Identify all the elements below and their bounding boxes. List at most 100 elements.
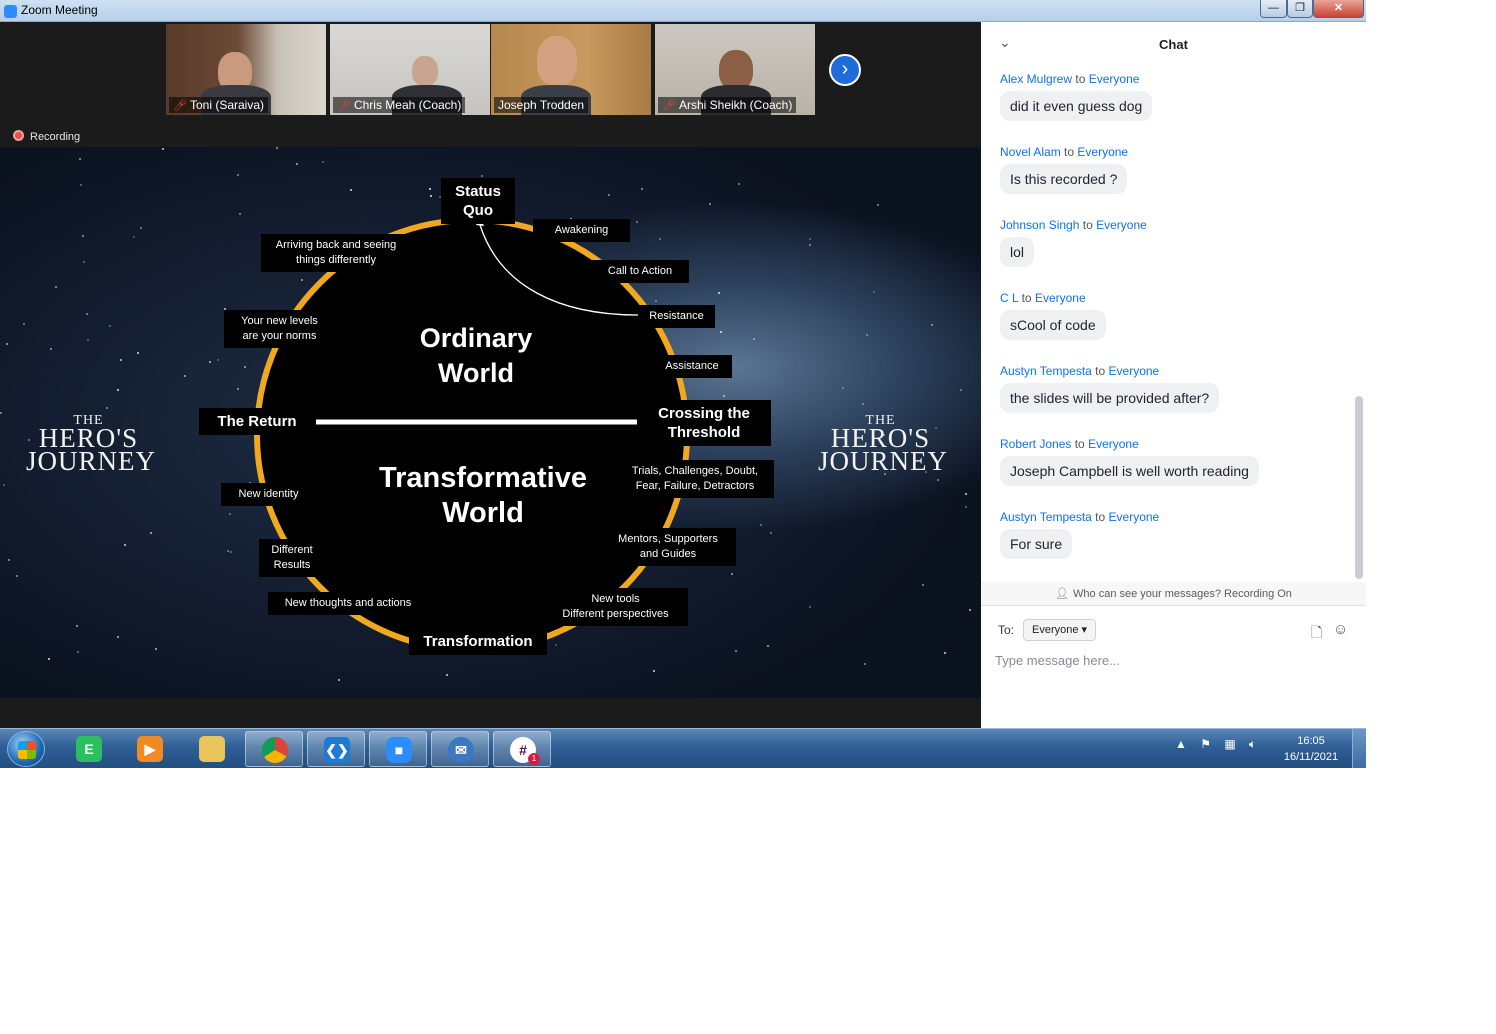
system-tray[interactable]: ▲ ⚑ ▦ 🔈︎ <box>1175 737 1266 752</box>
participant-head <box>719 50 753 90</box>
folder-icon <box>199 736 225 762</box>
label-transformation: Transformation <box>409 628 547 655</box>
chat-message: Novel Alam to Everyone Is this recorded … <box>1000 145 1128 194</box>
meeting-area: 🎤︎ Toni (Saraiva) 🎤︎ Chris Meah (Coach) Jo… <box>0 22 981 728</box>
show-hidden-icons-icon[interactable]: ▲ <box>1175 737 1187 751</box>
chat-message-input[interactable] <box>995 648 1345 672</box>
network-icon[interactable]: ▦ <box>1224 737 1235 751</box>
chevron-down-icon: ▾ <box>1081 624 1088 636</box>
chrome-icon <box>262 737 288 763</box>
file-share-icon[interactable]: 🗋︎ <box>1311 622 1322 646</box>
next-participants-chevron-icon[interactable]: › <box>829 54 861 86</box>
close-button[interactable]: ✕ <box>1313 0 1364 18</box>
notification-badge: 1 <box>528 753 540 765</box>
taskbar-evernote[interactable]: E <box>60 731 118 767</box>
participant-tile-active-speaker[interactable]: Joseph Trodden <box>491 24 651 115</box>
message-bubble: the slides will be provided after? <box>1000 383 1220 413</box>
chat-panel: ⌄ Chat Alex Mulgrew to Everyone did it e… <box>981 22 1366 728</box>
windows-taskbar: E ▶ ❮❯ ■ ✉ #1 ▲ ⚑ ▦ 🔈︎ 16:05 16/11/2021 <box>0 728 1366 768</box>
label-awakening: Awakening <box>533 219 630 242</box>
participant-name: 🎤︎ Chris Meah (Coach) <box>333 97 466 113</box>
window-title: Zoom Meeting <box>21 3 98 17</box>
label-mentors: Mentors, Supporters and Guides <box>600 528 736 566</box>
message-bubble: lol <box>1000 237 1035 267</box>
label-trials: Trials, Challenges, Doubt, Fear, Failure,… <box>616 460 774 498</box>
message-bubble: For sure <box>1000 529 1073 559</box>
participant-name: 🎤︎ Arshi Sheikh (Coach) <box>658 97 797 113</box>
message-sender-line: C L to Everyone <box>1000 291 1086 305</box>
chat-title: Chat <box>1159 37 1188 52</box>
participant-tile[interactable]: 🎤︎ Chris Meah (Coach) <box>330 24 490 115</box>
recording-dot-icon <box>13 130 24 141</box>
message-bubble: did it even guess dog <box>1000 91 1153 121</box>
mail-icon: ✉ <box>448 737 474 763</box>
label-new-thoughts: New thoughts and actions <box>268 592 428 615</box>
label-assistance: Assistance <box>652 355 732 378</box>
chat-message-list[interactable]: Alex Mulgrew to Everyone did it even gue… <box>981 70 1366 582</box>
label-new-levels: Your new levels are your norms <box>224 310 335 348</box>
muted-mic-icon: 🎤︎ <box>173 100 187 112</box>
people-info-icon: 👤︎ <box>1055 588 1070 600</box>
transformative-world-heading: Transformative World <box>379 462 587 529</box>
message-visibility-note[interactable]: 👤︎ Who can see your messages? Recording O… <box>981 582 1366 606</box>
message-sender-line: Alex Mulgrew to Everyone <box>1000 72 1140 86</box>
taskbar-vlc[interactable]: ▶ <box>121 731 179 767</box>
label-new-tools: New tools Different perspectives <box>543 588 688 626</box>
label-crossing-the-threshold: Crossing the Threshold <box>637 400 771 446</box>
message-bubble: Joseph Campbell is well worth reading <box>1000 456 1259 486</box>
heros-journey-logo-right: THE HERO'S JOURNEY <box>818 413 949 476</box>
taskbar-slack[interactable]: #1 <box>493 731 551 767</box>
journey-circle <box>254 217 690 653</box>
participant-tile[interactable]: 🎤︎ Arshi Sheikh (Coach) <box>655 24 815 115</box>
taskbar-vscode[interactable]: ❮❯ <box>307 731 365 767</box>
label-resistance: Resistance <box>638 305 715 328</box>
message-sender-line: Novel Alam to Everyone <box>1000 145 1129 159</box>
desktop-screen: Zoom Meeting — ❐ ✕ 🎤︎ Toni (Saraiva) 🎤︎ Ch… <box>0 0 1366 768</box>
label-arriving-back: Arriving back and seeing things different… <box>261 234 411 272</box>
chat-message: Johnson Singh to Everyone lol <box>1000 218 1147 267</box>
taskbar-clock[interactable]: 16:05 16/11/2021 <box>1276 733 1346 765</box>
heros-journey-logo-left: THE HERO'S JOURNEY <box>26 413 157 476</box>
action-center-flag-icon[interactable]: ⚑ <box>1200 737 1211 751</box>
message-sender-line: Robert Jones to Everyone <box>1000 437 1139 451</box>
emoji-icon[interactable]: ☺︎ <box>1333 621 1348 638</box>
label-call-to-action: Call to Action <box>591 260 689 283</box>
label-status-quo: Status Quo <box>441 178 515 224</box>
label-the-return: The Return <box>199 408 315 435</box>
start-button[interactable] <box>7 731 45 767</box>
taskbar-file-explorer[interactable] <box>183 731 241 767</box>
message-sender-line: Austyn Tempesta to Everyone <box>1000 510 1160 524</box>
media-player-icon: ▶ <box>137 736 163 762</box>
muted-mic-icon: 🎤︎ <box>662 100 676 112</box>
message-sender-line: Austyn Tempesta to Everyone <box>1000 364 1160 378</box>
message-bubble: sCool of code <box>1000 310 1106 340</box>
participant-tile[interactable]: 🎤︎ Toni (Saraiva) <box>166 24 326 115</box>
taskbar-zoom[interactable]: ■ <box>369 731 427 767</box>
recording-indicator: Recording <box>13 130 80 143</box>
participant-name: Joseph Trodden <box>494 97 589 113</box>
chat-message: Robert Jones to Everyone Joseph Campbell… <box>1000 437 1259 486</box>
ordinary-world-heading: Ordinary World <box>419 323 533 388</box>
show-desktop-button[interactable] <box>1352 729 1366 768</box>
chat-scrollbar[interactable] <box>1355 396 1363 579</box>
participant-head <box>537 36 577 86</box>
window-title-bar[interactable]: Zoom Meeting — ❐ ✕ <box>0 0 1366 22</box>
chat-message: Alex Mulgrew to Everyone did it even gue… <box>1000 72 1153 121</box>
label-new-identity: New identity <box>221 483 316 506</box>
zoom-video-icon: ■ <box>386 737 412 763</box>
maximize-button[interactable]: ❐ <box>1287 0 1313 18</box>
volume-icon[interactable]: 🔈︎ <box>1249 737 1256 751</box>
taskbar-thunderbird[interactable]: ✉ <box>431 731 489 767</box>
evernote-icon: E <box>76 736 102 762</box>
muted-mic-icon: 🎤︎ <box>337 100 351 112</box>
message-bubble: Is this recorded ? <box>1000 164 1128 194</box>
participant-name: 🎤︎ Toni (Saraiva) <box>169 97 268 113</box>
label-different-results: Different Results <box>259 539 325 577</box>
recipient-dropdown[interactable]: Everyone ▾ <box>1023 619 1097 641</box>
taskbar-chrome[interactable] <box>245 731 303 767</box>
chat-header: ⌄ Chat <box>981 22 1366 66</box>
participant-head <box>412 56 438 86</box>
minimize-button[interactable]: — <box>1260 0 1287 18</box>
windows-logo-icon <box>18 741 36 759</box>
shared-slide: THE HERO'S JOURNEY THE HERO'S JOURNEY Ordina… <box>0 147 981 698</box>
